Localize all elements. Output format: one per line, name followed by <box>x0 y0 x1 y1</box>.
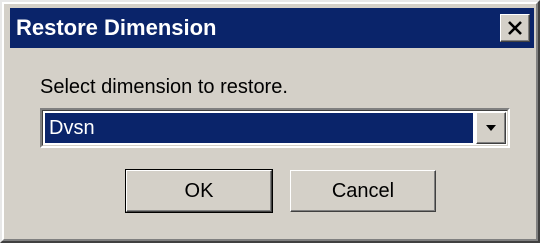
dimension-select[interactable]: Dvsn <box>40 108 510 148</box>
dialog-title: Restore Dimension <box>16 15 217 40</box>
cancel-button[interactable]: Cancel <box>290 170 436 212</box>
restore-dimension-dialog: Restore Dimension Select dimension to re… <box>0 0 540 243</box>
close-button[interactable] <box>500 14 530 42</box>
ok-button[interactable]: OK <box>125 169 273 213</box>
dropdown-button[interactable] <box>476 112 506 144</box>
dialog-frame: Restore Dimension Select dimension to re… <box>2 2 538 241</box>
title-bar[interactable]: Restore Dimension <box>10 8 534 48</box>
dimension-select-value[interactable]: Dvsn <box>45 113 473 143</box>
prompt-label: Select dimension to restore. <box>40 76 288 98</box>
dimension-select-frame: Dvsn <box>42 110 508 146</box>
chevron-down-icon <box>485 119 497 137</box>
close-icon <box>507 21 523 35</box>
